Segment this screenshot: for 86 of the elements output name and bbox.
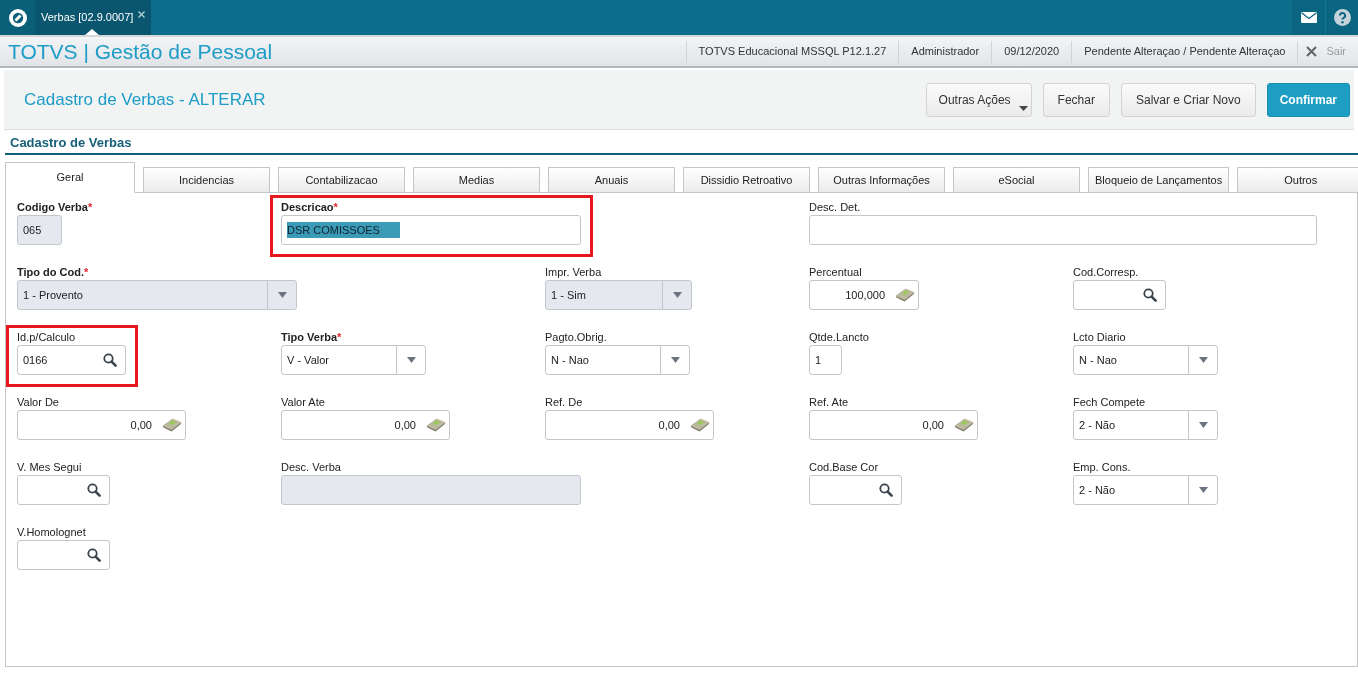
search-icon[interactable] (879, 483, 893, 497)
tab[interactable]: Geral (5, 162, 135, 193)
action-button[interactable]: Fechar (1042, 82, 1110, 117)
number-field[interactable]: 0,00 (545, 410, 714, 440)
calculator-icon[interactable] (162, 418, 182, 432)
input-field[interactable]: 1 (809, 345, 842, 375)
header-info: 09/12/2020 (1004, 44, 1060, 60)
tab[interactable]: eSocial (953, 167, 1080, 192)
dropdown[interactable]: N - Nao (1073, 345, 1218, 375)
lookup-field[interactable] (1073, 280, 1166, 310)
close-icon[interactable] (1306, 46, 1318, 57)
required-asterisk: * (337, 330, 342, 344)
lookup-field[interactable] (809, 475, 902, 505)
help-icon[interactable] (1333, 9, 1351, 26)
tab[interactable]: Contabilizacao (278, 167, 405, 192)
tab[interactable]: Medias (413, 167, 540, 192)
header-info: Pendente Alteraçao / Pendente Alteraçao (1084, 44, 1286, 60)
field-label: Desc. Det. (809, 200, 861, 214)
field-label: Percentual (809, 265, 862, 279)
tab[interactable]: Incidencias (143, 167, 270, 192)
logo-icon[interactable] (8, 8, 27, 27)
field-label: Ref. De (545, 395, 583, 409)
lookup-field[interactable] (17, 475, 110, 505)
input-field[interactable] (809, 215, 1317, 245)
field-label: V. Mes Segui (17, 460, 82, 474)
field-label: Tipo do Cod. (17, 265, 84, 279)
caret-icon[interactable] (1198, 357, 1208, 363)
dropdown[interactable]: V - Valor (281, 345, 426, 375)
caret-icon[interactable] (1018, 105, 1028, 111)
page-title: Cadastro de Verbas - ALTERAR (24, 88, 266, 111)
caret-icon[interactable] (670, 357, 680, 363)
field-label: Id.p/Calculo (17, 330, 76, 344)
caret-icon[interactable] (1198, 422, 1208, 428)
required-asterisk: * (333, 200, 338, 214)
calculator-icon[interactable] (954, 418, 974, 432)
field-label: Emp. Cons. (1073, 460, 1131, 474)
section-title: Cadastro de Verbas (10, 135, 132, 150)
field-label: Fech Compete (1073, 395, 1146, 409)
lookup-field[interactable] (17, 540, 110, 570)
search-icon[interactable] (103, 353, 117, 367)
field-label: Descricao (281, 200, 334, 214)
tab[interactable]: Outras Informações (818, 167, 945, 192)
app-tab[interactable]: Verbas [02.9.0007] (35, 0, 152, 35)
field-label: Ref. Ate (809, 395, 849, 409)
dropdown[interactable]: N - Nao (545, 345, 690, 375)
dropdown[interactable]: 2 - Não (1073, 475, 1218, 505)
input-field[interactable]: DSR COMISSOES (281, 215, 581, 245)
field-label: Cod.Base Cor (809, 460, 879, 474)
pointer-icon (85, 29, 99, 35)
actions-menu-button[interactable]: Outras Ações (925, 82, 1032, 117)
field-label: Qtde.Lancto (809, 330, 869, 344)
field-label: Pagto.Obrig. (545, 330, 607, 344)
required-asterisk: * (84, 265, 89, 279)
caret-icon[interactable] (1198, 487, 1208, 493)
tab[interactable]: Anuais (548, 167, 675, 192)
field-label: Tipo Verba (281, 330, 338, 344)
header-info: TOTVS Educacional MSSQL P12.1.27 (698, 44, 887, 60)
caret-icon[interactable] (406, 357, 416, 363)
lookup-field[interactable]: 0166 (17, 345, 126, 375)
search-icon[interactable] (1143, 288, 1157, 302)
required-asterisk: * (87, 200, 93, 214)
tab[interactable]: Bloqueio de Lançamentos (1088, 167, 1230, 192)
field-label: Valor De (17, 395, 59, 409)
calculator-icon[interactable] (426, 418, 446, 432)
calculator-icon[interactable] (895, 288, 915, 302)
field-label: Codigo Verba (17, 200, 88, 214)
field-label: V.Homolognet (17, 525, 86, 539)
number-field[interactable]: 0,00 (809, 410, 978, 440)
field-label: Impr. Verba (545, 265, 602, 279)
field-label: Valor Ate (281, 395, 325, 409)
number-field[interactable]: 0,00 (281, 410, 450, 440)
mail-icon[interactable] (1300, 12, 1317, 23)
app-title: TOTVS | Gestão de Pessoal (7, 39, 273, 64)
calculator-icon[interactable] (690, 418, 710, 432)
field-label: Cod.Corresp. (1073, 265, 1139, 279)
number-field[interactable]: 0,00 (17, 410, 186, 440)
dropdown[interactable]: 2 - Não (1073, 410, 1218, 440)
action-button[interactable]: Salvar e Criar Novo (1120, 82, 1256, 117)
tab[interactable]: Outros (1237, 167, 1358, 192)
header-info: Administrador (911, 44, 980, 60)
field-label: Lcto Diario (1073, 330, 1126, 344)
number-field[interactable]: 100,000 (809, 280, 919, 310)
search-icon[interactable] (87, 548, 101, 562)
tab[interactable]: Dissidio Retroativo (683, 167, 810, 192)
field-label: Desc. Verba (281, 460, 341, 474)
search-icon[interactable] (87, 483, 101, 497)
